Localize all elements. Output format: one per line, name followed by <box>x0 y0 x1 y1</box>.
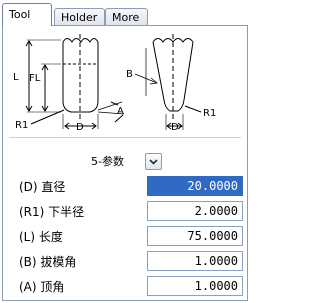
label-r1-right: R1 <box>203 108 216 119</box>
diameter-input[interactable]: 20.0000 <box>147 176 243 196</box>
label-d: D <box>76 122 84 133</box>
dropdown-button[interactable] <box>145 153 162 170</box>
label-fl: FL <box>29 73 41 84</box>
tip-angle-input[interactable]: 1.0000 <box>147 276 243 296</box>
field-label: (B) 拔模角 <box>19 255 77 269</box>
divider <box>9 137 241 138</box>
tapered-mill-drawing <box>134 34 202 130</box>
parameter-set-dropdown[interactable]: 5-参数 <box>83 152 163 172</box>
field-label: (R1) 下半径 <box>19 205 85 219</box>
field-label: (D) 直径 <box>19 180 66 194</box>
label-r1: R1 <box>15 120 28 131</box>
end-mill-drawing <box>25 34 125 130</box>
field-row-diameter: (D) 直径 20.0000 <box>3 175 249 197</box>
field-label: (L) 长度 <box>19 230 63 244</box>
tab-holder[interactable]: Holder <box>54 8 105 25</box>
chevron-down-icon <box>149 158 158 165</box>
parameter-set-value: 5-参数 <box>91 155 124 168</box>
label-l: L <box>13 72 19 83</box>
tapered-mill-labels: B D R1 <box>126 69 216 133</box>
field-label: (A) 顶角 <box>19 280 65 294</box>
tool-diagram: L FL R1 D A B D R1 <box>13 34 216 133</box>
tool-panel: L FL R1 D A B D R1 5-参数 (D) 直径 20.0000 (… <box>2 25 248 301</box>
tab-strip: More Holder Tool <box>2 2 248 26</box>
field-row-draft-angle: (B) 拔模角 1.0000 <box>3 250 249 272</box>
lower-radius-input[interactable]: 2.0000 <box>147 201 243 221</box>
field-row-length: (L) 长度 75.0000 <box>3 225 249 247</box>
label-b: B <box>126 69 133 80</box>
label-a: A <box>117 106 124 117</box>
label-d-right: D <box>171 122 179 133</box>
field-row-tip-angle: (A) 顶角 1.0000 <box>3 275 249 297</box>
length-input[interactable]: 75.0000 <box>147 226 243 246</box>
field-row-lower-radius: (R1) 下半径 2.0000 <box>3 200 249 222</box>
draft-angle-input[interactable]: 1.0000 <box>147 251 243 271</box>
tab-tool[interactable]: Tool <box>2 3 52 26</box>
tab-more[interactable]: More <box>105 8 148 25</box>
